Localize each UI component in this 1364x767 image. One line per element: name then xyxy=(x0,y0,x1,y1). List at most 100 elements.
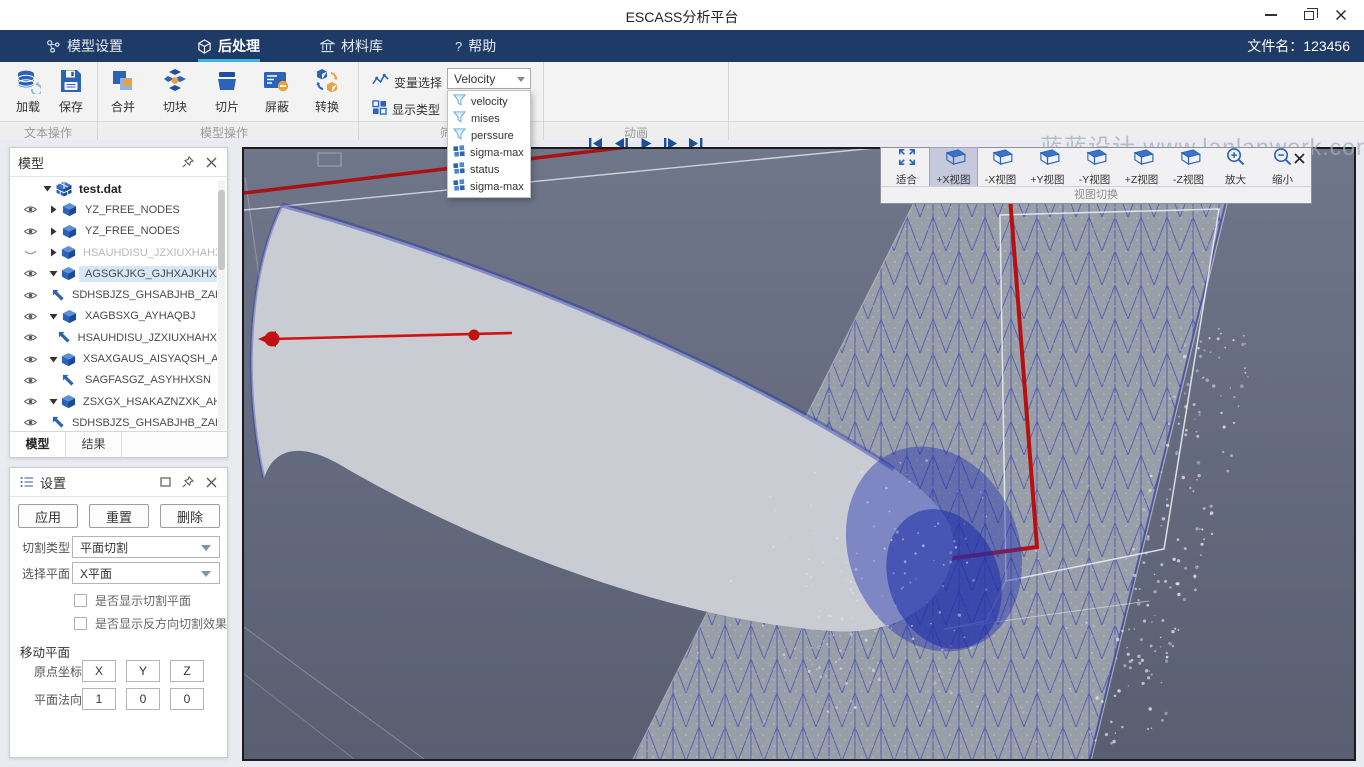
variable-select-row[interactable]: 变量选择 xyxy=(372,73,442,91)
tree-item-label[interactable]: YZ_FREE_NODES xyxy=(85,225,180,237)
cut-block-button[interactable]: 切块 xyxy=(152,66,198,120)
tree-row[interactable]: test.dat xyxy=(10,178,217,199)
slice-button[interactable]: 切片 xyxy=(204,66,250,120)
view-button-适合[interactable]: 适合 xyxy=(883,148,930,186)
view-button--Z视图[interactable]: -Z视图 xyxy=(1165,148,1212,186)
menu-post-process[interactable]: 后处理 xyxy=(191,30,266,62)
eye-open-icon[interactable] xyxy=(23,311,38,322)
variable-dropdown[interactable]: Velocity xyxy=(447,68,531,89)
view-button-+X视图[interactable]: +X视图 xyxy=(930,148,977,186)
viewport-canvas[interactable] xyxy=(244,149,1354,759)
tree-item-label[interactable]: SDHSBJZS_GHSABJHB_ZAHU xyxy=(72,417,217,429)
tree-scrollbar[interactable] xyxy=(218,180,225,430)
tree-row[interactable]: SDHSBJZS_GHSABJHB_ZAHU xyxy=(10,284,217,305)
eye-open-icon[interactable] xyxy=(23,204,38,215)
tree-item-label[interactable]: HSAUHDISU_JZXIUXHAHX xyxy=(83,247,217,259)
reset-button[interactable]: 重置 xyxy=(89,504,149,528)
view-button-放大[interactable]: 放大 xyxy=(1212,148,1259,186)
menu-material-lib[interactable]: 材料库 xyxy=(314,30,389,62)
eye-open-icon[interactable] xyxy=(23,332,38,343)
tree-item-label[interactable]: SAGFASGZ_ASYHHXSN xyxy=(85,374,211,386)
view-button--Y视图[interactable]: -Y视图 xyxy=(1071,148,1118,186)
menu-help[interactable]: ? 帮助 xyxy=(449,30,502,62)
tree-row[interactable]: ZSXGX_HSAKAZNZXK_AHASX xyxy=(10,391,217,412)
tree-item-label[interactable]: HSAUHDISU_JZXIUXHAHX xyxy=(78,332,217,344)
eye-open-icon[interactable] xyxy=(23,396,38,407)
dropdown-option[interactable]: sigma-max xyxy=(448,178,530,195)
caret-right-icon[interactable] xyxy=(49,205,59,214)
caret-down-icon[interactable] xyxy=(49,355,58,364)
eye-open-icon[interactable] xyxy=(23,417,38,428)
scrollbar-thumb[interactable] xyxy=(218,190,225,270)
tree-item-label[interactable]: XSAXGAUS_AISYAQSH_ASHX xyxy=(83,353,217,365)
display-type-row[interactable]: 显示类型 xyxy=(372,100,440,118)
menu-model-settings[interactable]: 模型设置 xyxy=(40,30,129,62)
panel-close-button[interactable] xyxy=(204,155,218,169)
pin-button[interactable] xyxy=(181,155,195,169)
convert-button[interactable]: 转换 xyxy=(304,66,350,120)
dropdown-option[interactable]: perssure xyxy=(448,127,530,144)
tree-item-label[interactable]: ZSXGX_HSAKAZNZXK_AHASX xyxy=(83,396,217,408)
dropdown-option[interactable]: sigma-max xyxy=(448,144,530,161)
caret-down-icon[interactable] xyxy=(49,312,59,321)
pin-button[interactable] xyxy=(181,475,195,489)
view-toolbar-close-button[interactable] xyxy=(1291,150,1307,166)
normal-x-input[interactable]: 1 xyxy=(82,688,116,710)
eye-open-icon[interactable] xyxy=(23,268,38,279)
eye-open-icon[interactable] xyxy=(23,226,38,237)
tree-row[interactable]: YZ_FREE_NODES xyxy=(10,199,217,220)
tree-item-label[interactable]: test.dat xyxy=(79,182,122,196)
eye-closed-icon[interactable] xyxy=(23,247,38,258)
caret-down-icon[interactable] xyxy=(49,397,58,406)
tree-row[interactable]: XSAXGAUS_AISYAQSH_ASHX xyxy=(10,348,217,369)
tab-results[interactable]: 结果 xyxy=(66,432,122,457)
tree-row[interactable]: HSAUHDISU_JZXIUXHAHX xyxy=(10,327,217,348)
mask-button[interactable]: 屏蔽 xyxy=(254,66,300,120)
eye-open-icon[interactable] xyxy=(23,354,38,365)
caret-down-icon[interactable] xyxy=(43,184,53,193)
origin-y-input[interactable]: Y xyxy=(126,660,160,682)
normal-z-input[interactable]: 0 xyxy=(170,688,204,710)
origin-z-input[interactable]: Z xyxy=(170,660,204,682)
save-button[interactable]: 保存 xyxy=(48,66,94,120)
normal-y-input[interactable]: 0 xyxy=(126,688,160,710)
merge-button[interactable]: 合并 xyxy=(100,66,146,120)
dropdown-option[interactable]: mises xyxy=(448,110,530,127)
panel-restore-button[interactable] xyxy=(158,475,172,489)
caret-right-icon[interactable] xyxy=(49,227,59,236)
caret-right-icon[interactable] xyxy=(49,248,58,257)
view-button-+Y视图[interactable]: +Y视图 xyxy=(1024,148,1071,186)
tree-row[interactable]: XAGBSXG_AYHAQBJ xyxy=(10,306,217,327)
restore-button[interactable] xyxy=(1294,6,1324,24)
tree-row[interactable]: SDHSBJZS_GHSABJHB_ZAHU xyxy=(10,412,217,431)
minimize-button[interactable] xyxy=(1256,6,1286,24)
dropdown-option[interactable]: velocity xyxy=(448,93,530,110)
plane-select[interactable]: X平面 xyxy=(72,562,220,584)
apply-button[interactable]: 应用 xyxy=(18,504,78,528)
load-button[interactable]: 加载 xyxy=(5,66,51,120)
tree-item-label[interactable]: YZ_FREE_NODES xyxy=(85,204,180,216)
delete-button[interactable]: 删除 xyxy=(160,504,220,528)
tree-item-label[interactable]: XAGBSXG_AYHAQBJ xyxy=(85,310,195,322)
tree-item-label[interactable]: SDHSBJZS_GHSABJHB_ZAHU xyxy=(72,289,217,301)
cut-type-select[interactable]: 平面切割 xyxy=(72,536,220,558)
dropdown-option[interactable]: status xyxy=(448,161,530,178)
eye-open-icon[interactable] xyxy=(23,375,38,386)
viewport[interactable] xyxy=(242,147,1356,761)
reverse-cut-row[interactable]: 是否显示反方向切割效果 xyxy=(74,615,227,632)
view-button-+Z视图[interactable]: +Z视图 xyxy=(1118,148,1165,186)
tab-model[interactable]: 模型 xyxy=(10,432,66,457)
eye-open-icon[interactable] xyxy=(23,290,38,301)
tree-row[interactable]: AGSGKJKG_GJHXAJKHXA xyxy=(10,263,217,284)
tree-item-label[interactable]: AGSGKJKG_GJHXAJKHXA xyxy=(79,266,217,282)
close-button[interactable] xyxy=(1326,6,1356,24)
tree-row[interactable]: SAGFASGZ_ASYHHXSN xyxy=(10,370,217,391)
origin-x-input[interactable]: X xyxy=(82,660,116,682)
caret-down-icon[interactable] xyxy=(49,269,58,278)
tree-row[interactable]: HSAUHDISU_JZXIUXHAHX xyxy=(10,242,217,263)
show-cut-plane-row[interactable]: 是否显示切割平面 xyxy=(74,592,191,609)
tree-row[interactable]: YZ_FREE_NODES xyxy=(10,221,217,242)
show-cut-plane-checkbox[interactable] xyxy=(74,594,87,607)
view-button--X视图[interactable]: -X视图 xyxy=(977,148,1024,186)
reverse-cut-checkbox[interactable] xyxy=(74,617,87,630)
